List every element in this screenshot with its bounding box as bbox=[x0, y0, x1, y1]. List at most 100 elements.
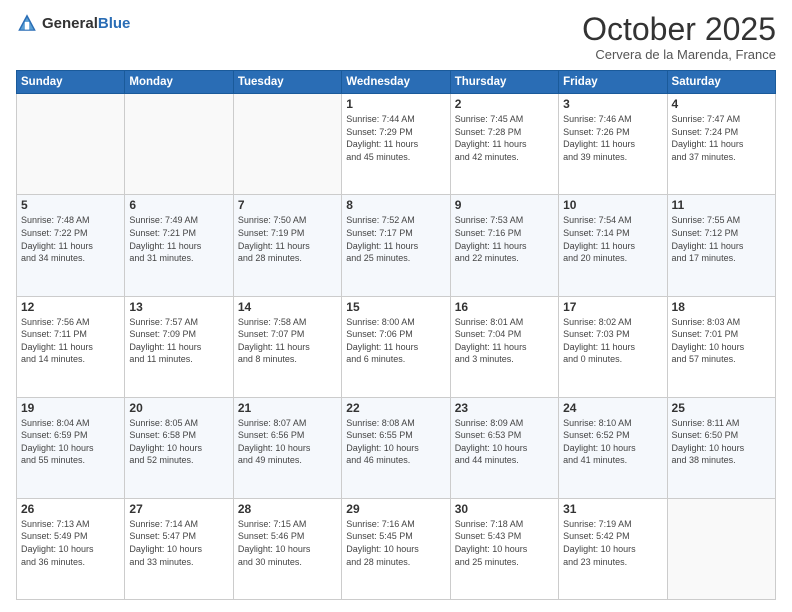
calendar-cell bbox=[233, 94, 341, 195]
title-block: October 2025 Cervera de la Marenda, Fran… bbox=[582, 12, 776, 62]
calendar-cell: 23 Sunrise: 8:09 AM Sunset: 6:53 PM Dayli… bbox=[450, 397, 558, 498]
day-number: 26 bbox=[21, 502, 120, 516]
col-thursday: Thursday bbox=[450, 71, 558, 94]
day-info: Sunrise: 8:03 AM Sunset: 7:01 PM Dayligh… bbox=[672, 316, 771, 366]
day-info: Sunrise: 8:09 AM Sunset: 6:53 PM Dayligh… bbox=[455, 417, 554, 467]
day-info: Sunrise: 7:16 AM Sunset: 5:45 PM Dayligh… bbox=[346, 518, 445, 568]
calendar-cell: 21 Sunrise: 8:07 AM Sunset: 6:56 PM Dayli… bbox=[233, 397, 341, 498]
day-info: Sunrise: 7:44 AM Sunset: 7:29 PM Dayligh… bbox=[346, 113, 445, 163]
logo-icon bbox=[16, 12, 38, 34]
col-wednesday: Wednesday bbox=[342, 71, 450, 94]
page: General Blue October 2025 Cervera de la … bbox=[0, 0, 792, 612]
calendar-cell: 19Sunrise: 8:04 AM Sunset: 6:59 PM Dayli… bbox=[17, 397, 125, 498]
day-number: 4 bbox=[672, 97, 771, 111]
calendar-cell: 6 Sunrise: 7:49 AM Sunset: 7:21 PM Daylig… bbox=[125, 195, 233, 296]
calendar-cell: 26 Sunrise: 7:13 AM Sunset: 5:49 PM Dayli… bbox=[17, 498, 125, 599]
day-info: Sunrise: 8:02 AM Sunset: 7:03 PM Dayligh… bbox=[563, 316, 662, 366]
calendar-week-2: 12Sunrise: 7:56 AM Sunset: 7:11 PM Dayli… bbox=[17, 296, 776, 397]
calendar-cell: 13 Sunrise: 7:57 AM Sunset: 7:09 PM Dayli… bbox=[125, 296, 233, 397]
calendar-cell: 31Sunrise: 7:19 AM Sunset: 5:42 PM Dayli… bbox=[559, 498, 667, 599]
day-number: 29 bbox=[346, 502, 445, 516]
day-number: 7 bbox=[238, 198, 337, 212]
day-number: 2 bbox=[455, 97, 554, 111]
calendar-cell: 3Sunrise: 7:46 AM Sunset: 7:26 PM Daylig… bbox=[559, 94, 667, 195]
logo: General Blue bbox=[16, 12, 130, 34]
calendar-cell: 25 Sunrise: 8:11 AM Sunset: 6:50 PM Dayli… bbox=[667, 397, 775, 498]
day-number: 28 bbox=[238, 502, 337, 516]
day-info: Sunrise: 7:58 AM Sunset: 7:07 PM Dayligh… bbox=[238, 316, 337, 366]
calendar-cell: 18Sunrise: 8:03 AM Sunset: 7:01 PM Dayli… bbox=[667, 296, 775, 397]
day-info: Sunrise: 8:11 AM Sunset: 6:50 PM Dayligh… bbox=[672, 417, 771, 467]
calendar-cell: 2 Sunrise: 7:45 AM Sunset: 7:28 PM Daylig… bbox=[450, 94, 558, 195]
day-number: 13 bbox=[129, 300, 228, 314]
day-number: 21 bbox=[238, 401, 337, 415]
day-number: 23 bbox=[455, 401, 554, 415]
calendar-cell: 10 Sunrise: 7:54 AM Sunset: 7:14 PM Dayli… bbox=[559, 195, 667, 296]
day-number: 24 bbox=[563, 401, 662, 415]
day-number: 30 bbox=[455, 502, 554, 516]
calendar-cell: 12Sunrise: 7:56 AM Sunset: 7:11 PM Dayli… bbox=[17, 296, 125, 397]
day-info: Sunrise: 7:48 AM Sunset: 7:22 PM Dayligh… bbox=[21, 214, 120, 264]
calendar-cell bbox=[667, 498, 775, 599]
calendar-cell: 14Sunrise: 7:58 AM Sunset: 7:07 PM Dayli… bbox=[233, 296, 341, 397]
day-number: 10 bbox=[563, 198, 662, 212]
calendar-cell bbox=[17, 94, 125, 195]
logo-general-text: General bbox=[42, 16, 98, 31]
day-info: Sunrise: 8:04 AM Sunset: 6:59 PM Dayligh… bbox=[21, 417, 120, 467]
day-number: 6 bbox=[129, 198, 228, 212]
col-monday: Monday bbox=[125, 71, 233, 94]
calendar-cell: 28 Sunrise: 7:15 AM Sunset: 5:46 PM Dayli… bbox=[233, 498, 341, 599]
logo-blue-text: Blue bbox=[98, 16, 131, 31]
calendar-cell: 11Sunrise: 7:55 AM Sunset: 7:12 PM Dayli… bbox=[667, 195, 775, 296]
day-info: Sunrise: 7:19 AM Sunset: 5:42 PM Dayligh… bbox=[563, 518, 662, 568]
day-info: Sunrise: 7:15 AM Sunset: 5:46 PM Dayligh… bbox=[238, 518, 337, 568]
calendar-cell: 20Sunrise: 8:05 AM Sunset: 6:58 PM Dayli… bbox=[125, 397, 233, 498]
month-title: October 2025 bbox=[582, 12, 776, 47]
calendar-cell bbox=[125, 94, 233, 195]
day-info: Sunrise: 7:53 AM Sunset: 7:16 PM Dayligh… bbox=[455, 214, 554, 264]
calendar-cell: 29 Sunrise: 7:16 AM Sunset: 5:45 PM Dayli… bbox=[342, 498, 450, 599]
calendar-cell: 27Sunrise: 7:14 AM Sunset: 5:47 PM Dayli… bbox=[125, 498, 233, 599]
calendar-cell: 24 Sunrise: 8:10 AM Sunset: 6:52 PM Dayli… bbox=[559, 397, 667, 498]
header: General Blue October 2025 Cervera de la … bbox=[16, 12, 776, 62]
location: Cervera de la Marenda, France bbox=[582, 47, 776, 62]
calendar-table: Sunday Monday Tuesday Wednesday Thursday… bbox=[16, 70, 776, 600]
col-saturday: Saturday bbox=[667, 71, 775, 94]
day-info: Sunrise: 7:49 AM Sunset: 7:21 PM Dayligh… bbox=[129, 214, 228, 264]
day-info: Sunrise: 7:57 AM Sunset: 7:09 PM Dayligh… bbox=[129, 316, 228, 366]
calendar-header-row: Sunday Monday Tuesday Wednesday Thursday… bbox=[17, 71, 776, 94]
calendar-cell: 30 Sunrise: 7:18 AM Sunset: 5:43 PM Dayli… bbox=[450, 498, 558, 599]
calendar-week-3: 19Sunrise: 8:04 AM Sunset: 6:59 PM Dayli… bbox=[17, 397, 776, 498]
calendar-cell: 9 Sunrise: 7:53 AM Sunset: 7:16 PM Daylig… bbox=[450, 195, 558, 296]
day-number: 22 bbox=[346, 401, 445, 415]
calendar-week-4: 26 Sunrise: 7:13 AM Sunset: 5:49 PM Dayli… bbox=[17, 498, 776, 599]
col-friday: Friday bbox=[559, 71, 667, 94]
day-info: Sunrise: 8:07 AM Sunset: 6:56 PM Dayligh… bbox=[238, 417, 337, 467]
calendar-week-1: 5 Sunrise: 7:48 AM Sunset: 7:22 PM Daylig… bbox=[17, 195, 776, 296]
day-info: Sunrise: 7:50 AM Sunset: 7:19 PM Dayligh… bbox=[238, 214, 337, 264]
calendar-cell: 16Sunrise: 8:01 AM Sunset: 7:04 PM Dayli… bbox=[450, 296, 558, 397]
day-info: Sunrise: 7:18 AM Sunset: 5:43 PM Dayligh… bbox=[455, 518, 554, 568]
day-number: 5 bbox=[21, 198, 120, 212]
day-info: Sunrise: 8:10 AM Sunset: 6:52 PM Dayligh… bbox=[563, 417, 662, 467]
calendar-cell: 7 Sunrise: 7:50 AM Sunset: 7:19 PM Daylig… bbox=[233, 195, 341, 296]
day-info: Sunrise: 7:54 AM Sunset: 7:14 PM Dayligh… bbox=[563, 214, 662, 264]
day-info: Sunrise: 7:55 AM Sunset: 7:12 PM Dayligh… bbox=[672, 214, 771, 264]
day-number: 12 bbox=[21, 300, 120, 314]
day-info: Sunrise: 7:52 AM Sunset: 7:17 PM Dayligh… bbox=[346, 214, 445, 264]
day-number: 25 bbox=[672, 401, 771, 415]
day-number: 9 bbox=[455, 198, 554, 212]
calendar-cell: 8Sunrise: 7:52 AM Sunset: 7:17 PM Daylig… bbox=[342, 195, 450, 296]
col-tuesday: Tuesday bbox=[233, 71, 341, 94]
calendar-week-0: 1Sunrise: 7:44 AM Sunset: 7:29 PM Daylig… bbox=[17, 94, 776, 195]
calendar-cell: 1Sunrise: 7:44 AM Sunset: 7:29 PM Daylig… bbox=[342, 94, 450, 195]
day-info: Sunrise: 7:14 AM Sunset: 5:47 PM Dayligh… bbox=[129, 518, 228, 568]
day-number: 20 bbox=[129, 401, 228, 415]
day-info: Sunrise: 8:00 AM Sunset: 7:06 PM Dayligh… bbox=[346, 316, 445, 366]
day-number: 15 bbox=[346, 300, 445, 314]
day-number: 16 bbox=[455, 300, 554, 314]
day-info: Sunrise: 7:45 AM Sunset: 7:28 PM Dayligh… bbox=[455, 113, 554, 163]
day-number: 17 bbox=[563, 300, 662, 314]
calendar-cell: 22Sunrise: 8:08 AM Sunset: 6:55 PM Dayli… bbox=[342, 397, 450, 498]
day-info: Sunrise: 7:13 AM Sunset: 5:49 PM Dayligh… bbox=[21, 518, 120, 568]
